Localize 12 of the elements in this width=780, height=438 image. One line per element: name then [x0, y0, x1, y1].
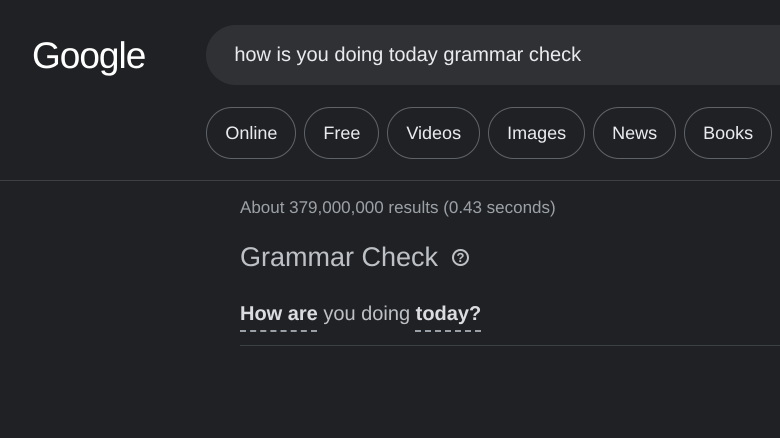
grammar-check-title: Grammar Check	[240, 242, 438, 273]
filter-chip[interactable]: Free	[304, 107, 380, 159]
search-field[interactable]: how is you doing today grammar check	[206, 25, 780, 85]
filter-chip[interactable]: Videos	[387, 107, 480, 159]
filter-chip[interactable]: Images	[488, 107, 586, 159]
corrected-sentence: How are you doing today?	[240, 302, 482, 327]
google-logo[interactable]: Google	[32, 35, 146, 77]
result-stats: About 379,000,000 results (0.43 seconds)	[240, 198, 557, 218]
filter-chip[interactable]: Online	[206, 107, 296, 159]
help-icon[interactable]: ?	[452, 249, 470, 266]
filter-chip[interactable]: News	[593, 107, 676, 159]
filter-chip[interactable]: Books	[684, 107, 772, 159]
